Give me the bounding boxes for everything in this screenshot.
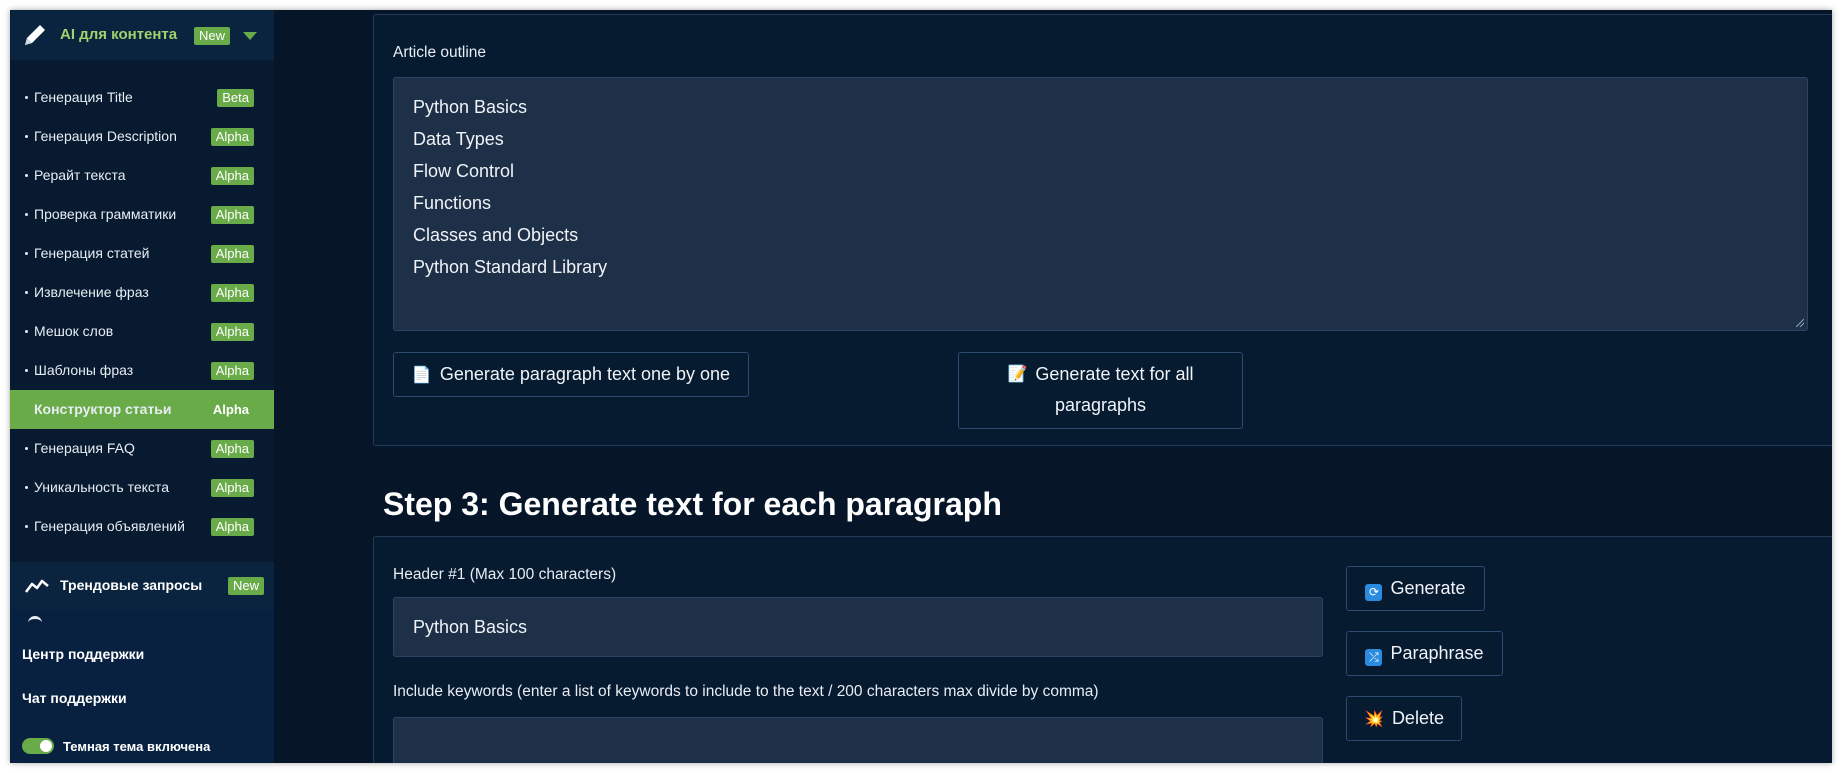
sidebar-item-grammar-check[interactable]: Проверка грамматики Alpha (10, 195, 274, 234)
chevron-down-icon[interactable] (243, 32, 257, 40)
status-badge: Alpha (210, 128, 254, 146)
outline-card: Article outline Python Basics Data Types… (373, 14, 1832, 446)
generate-all-paragraphs-button[interactable]: 📝 Generate text for all paragraphs (958, 352, 1243, 429)
paraphrase-button[interactable]: ⤮ Paraphrase (1346, 631, 1503, 676)
outline-line: Functions (413, 193, 492, 213)
step3-heading: Step 3: Generate text for each paragraph (383, 486, 1002, 522)
support-center-link[interactable]: Центр поддержки (22, 646, 144, 662)
bullet (25, 174, 28, 177)
sidebar-item-label: Мешок слов (34, 323, 114, 339)
trend-chart-icon (25, 579, 49, 593)
bullet (25, 291, 28, 294)
sidebar-item-label: Рерайт текста (34, 167, 126, 183)
article-outline-textarea[interactable]: Python Basics Data Types Flow Control Fu… (393, 77, 1808, 331)
status-badge: Alpha (210, 167, 254, 185)
pencil-icon (25, 25, 45, 45)
status-badge: Alpha (210, 206, 254, 224)
status-badge: Alpha (210, 518, 254, 536)
sidebar-item-label: Генерация Title (34, 89, 133, 105)
generate-one-by-one-button[interactable]: 📄 Generate paragraph text one by one (393, 352, 749, 397)
sidebar-item-label: Шаблоны фраз (34, 362, 134, 378)
status-badge: Alpha (210, 362, 254, 380)
button-label-line2: paragraphs (1054, 395, 1147, 416)
sidebar-item-title-generation[interactable]: Генерация Title Beta (10, 78, 274, 117)
sidebar-item-label: Генерация Description (34, 128, 177, 144)
sidebar-item-bag-of-words[interactable]: Мешок слов Alpha (10, 312, 274, 351)
keywords-field-label: Include keywords (enter a list of keywor… (393, 683, 1099, 700)
dark-theme-toggle[interactable] (22, 738, 54, 754)
outline-line: Data Types (413, 129, 504, 149)
sidebar-item-article-generation[interactable]: Генерация статей Alpha (10, 234, 274, 273)
sidebar-item-rewrite[interactable]: Рерайт текста Alpha (10, 156, 274, 195)
bullet (25, 213, 28, 216)
sidebar-section-title: AI для контента (60, 26, 178, 43)
button-label: Generate paragraph text one by one (439, 364, 731, 384)
sidebar-section-trends[interactable]: Трендовые запросы New (10, 562, 274, 610)
loading-icon (28, 616, 42, 626)
sidebar-item-phrase-templates[interactable]: Шаблоны фраз Alpha (10, 351, 274, 390)
header-field-label: Header #1 (Max 100 characters) (393, 566, 617, 583)
button-label: Paraphrase (1390, 643, 1484, 663)
sidebar-item-ad-generation[interactable]: Генерация объявлений Alpha (10, 507, 274, 546)
sidebar-section-title: Трендовые запросы (60, 577, 203, 593)
sidebar-item-label: Конструктор статьи (34, 401, 172, 417)
paragraph-card: Header #1 (Max 100 characters) Python Ba… (373, 536, 1832, 763)
article-outline-label: Article outline (393, 44, 487, 61)
bullet (25, 525, 28, 528)
sidebar-item-label: Генерация FAQ (34, 440, 135, 456)
bullet (25, 486, 28, 489)
bullet (25, 135, 28, 138)
bullet (25, 369, 28, 372)
sidebar-nav: Генерация Title Beta Генерация Descripti… (10, 78, 274, 546)
refresh-icon: ⟳ (1365, 584, 1383, 601)
app-window: AI для контента New Генерация Title Beta… (10, 10, 1832, 763)
sidebar-item-description-generation[interactable]: Генерация Description Alpha (10, 117, 274, 156)
status-badge: Alpha (210, 440, 254, 458)
status-badge: Alpha (210, 479, 254, 497)
sidebar-item-article-builder[interactable]: Конструктор статьи Alpha (10, 390, 274, 429)
sidebar-item-faq-generation[interactable]: Генерация FAQ Alpha (10, 429, 274, 468)
sidebar: AI для контента New Генерация Title Beta… (10, 10, 274, 763)
new-badge: New (194, 27, 231, 45)
dark-theme-label: Темная тема включена (63, 738, 211, 754)
explosion-icon: 💥 (1364, 710, 1384, 728)
sidebar-item-label: Генерация статей (34, 245, 150, 261)
outline-line: Flow Control (413, 161, 515, 181)
sidebar-item-label: Уникальность текста (34, 479, 169, 495)
bullet (25, 252, 28, 255)
status-badge: Beta (217, 89, 254, 107)
outline-line: Python Standard Library (413, 257, 608, 277)
button-label: Delete (1391, 708, 1444, 728)
shuffle-icon: ⤮ (1365, 649, 1383, 666)
status-badge: Alpha (210, 245, 254, 263)
status-badge: Alpha (212, 402, 249, 417)
sidebar-item-label: Извлечение фраз (34, 284, 149, 300)
outline-line: Python Basics (413, 97, 528, 117)
sidebar-item-text-uniqueness[interactable]: Уникальность текста Alpha (10, 468, 274, 507)
page-icon: 📄 (411, 366, 432, 384)
bullet (25, 96, 28, 99)
sidebar-item-phrase-extraction[interactable]: Извлечение фраз Alpha (10, 273, 274, 312)
bullet (25, 447, 28, 450)
header-input[interactable]: Python Basics (393, 597, 1323, 657)
outline-line: Classes and Objects (413, 225, 579, 245)
button-label: Generate text for all (1035, 364, 1194, 384)
dark-theme-toggle-row: Темная тема включена (22, 736, 210, 756)
keywords-input[interactable] (393, 717, 1323, 763)
status-badge: Alpha (210, 284, 254, 302)
generate-button[interactable]: ⟳ Generate (1346, 566, 1485, 611)
bullet (25, 330, 28, 333)
delete-button[interactable]: 💥 Delete (1346, 696, 1462, 741)
sidebar-section-ai-content[interactable]: AI для контента New (10, 10, 274, 60)
status-badge: Alpha (210, 323, 254, 341)
button-label: Generate (1390, 578, 1466, 598)
resize-handle[interactable] (1796, 319, 1804, 327)
sidebar-item-label: Генерация объявлений (34, 518, 185, 534)
new-badge: New (228, 577, 265, 595)
support-chat-link[interactable]: Чат поддержки (22, 690, 127, 706)
sidebar-item-label: Проверка грамматики (34, 206, 177, 222)
memo-icon: 📝 (1007, 366, 1028, 384)
